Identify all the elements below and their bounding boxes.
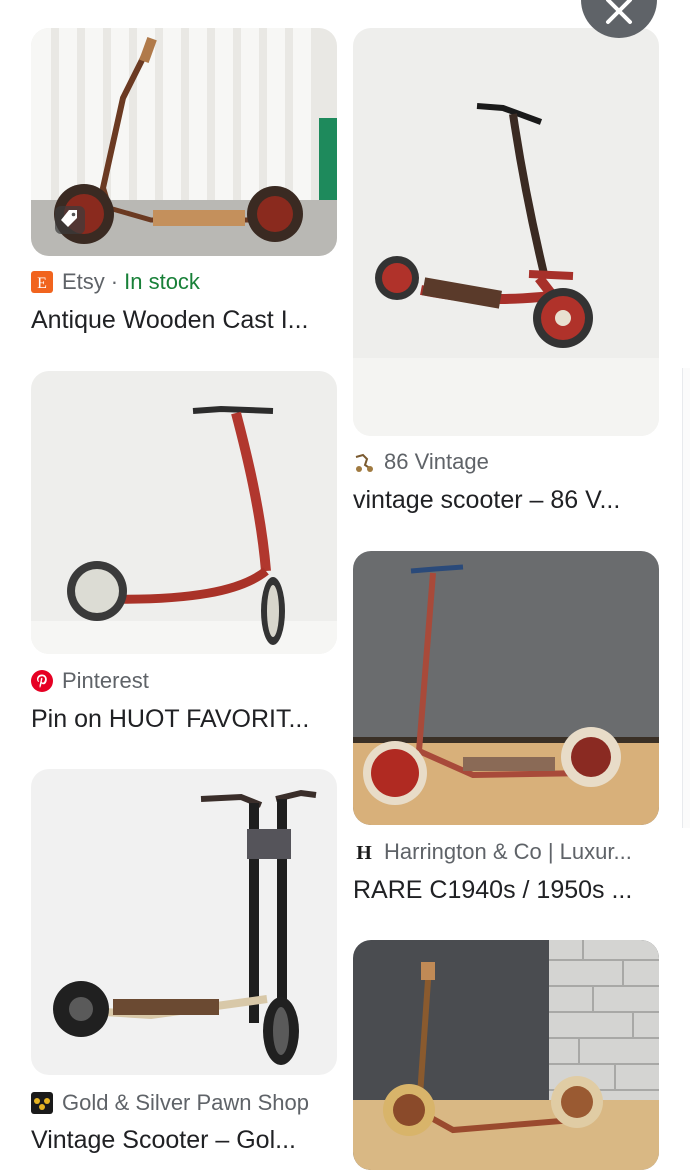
result-title[interactable]: vintage scooter – 86 V... <box>353 486 659 515</box>
result-title[interactable]: Pin on HUOT FAVORIT... <box>31 705 337 734</box>
harrington-favicon-icon: H <box>353 841 375 863</box>
result-thumbnail[interactable] <box>31 371 337 654</box>
stock-status: In stock <box>124 269 200 294</box>
result-thumbnail[interactable] <box>353 940 659 1170</box>
svg-text:E: E <box>37 275 47 292</box>
etsy-favicon-icon: E <box>31 271 53 293</box>
pawn-shop-favicon-icon <box>31 1092 53 1114</box>
stock-separator: · <box>110 269 119 294</box>
result-title[interactable]: RARE C1940s / 1950s ... <box>353 876 659 905</box>
scrollbar[interactable] <box>682 368 690 828</box>
result-thumbnail[interactable] <box>353 28 659 436</box>
result-thumbnail[interactable] <box>31 28 337 256</box>
source-name: Gold & Silver Pawn Shop <box>62 1090 310 1115</box>
pinterest-favicon-icon <box>31 670 53 692</box>
source-name: Pinterest <box>62 668 149 693</box>
result-thumbnail[interactable] <box>31 769 337 1075</box>
source-name: 86 Vintage <box>384 449 489 474</box>
result-title[interactable]: Antique Wooden Cast I... <box>31 306 337 335</box>
svg-text:H: H <box>356 842 372 863</box>
source-name: Harrington & Co | Luxur... <box>384 839 632 864</box>
close-icon <box>606 0 632 24</box>
shopping-tag-icon <box>58 208 80 230</box>
86-vintage-favicon-icon <box>353 451 375 473</box>
source-name: Etsy <box>62 269 105 294</box>
result-thumbnail[interactable] <box>353 551 659 825</box>
result-title[interactable]: Vintage Scooter – Gol... <box>31 1126 337 1155</box>
